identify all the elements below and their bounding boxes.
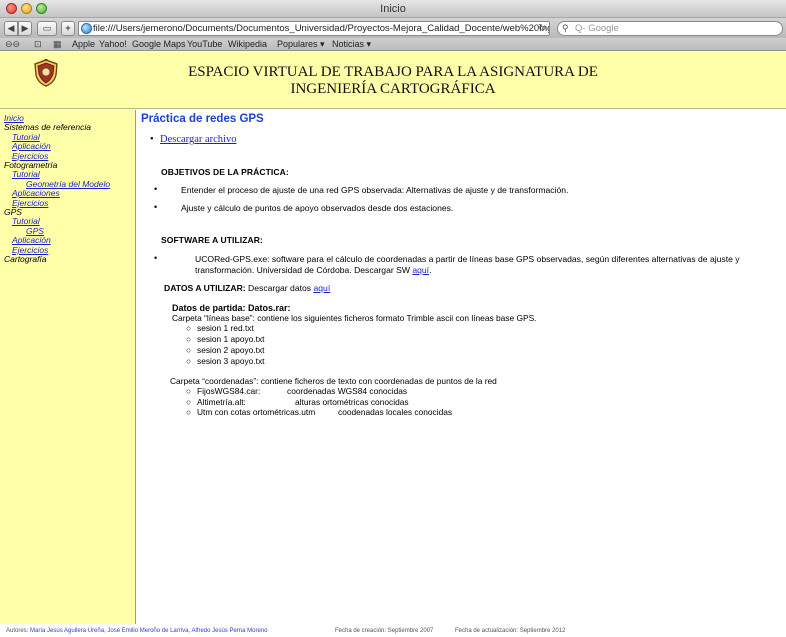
coord-file-item: ○ Utm con cotas ortométricas.utm coodenada… [186,407,453,417]
datos-text: Descargar datos [248,283,312,293]
reload-icon[interactable]: ↻ [538,23,546,34]
objetivo-item-2: Ajuste y cálculo de puntos de apoyo obse… [181,203,454,213]
file-item: ○ sesion 3 apoyo.txt [186,356,265,366]
page-title-banner: ESPACIO VIRTUAL DE TRABAJO PARA LA ASIGN… [0,64,786,98]
coord-file-desc: coodenadas locales conocidas [338,407,453,417]
bookmarks-bar: ⊖⊖ ⊡ ▦ Apple Yahoo! Google Maps YouTube … [0,38,786,51]
objetivo-item-1: Entender el proceso de ajuste de una red… [181,185,569,195]
page-footer: Autores: María Jesús Aguilera Ureña, Jos… [0,624,786,637]
bullet-icon: • [154,202,158,212]
file-item: ○ sesion 2 apoyo.txt [186,345,265,355]
objetivos-heading: OBJETIVOS DE LA PRÁCTICA: [161,167,289,177]
back-button[interactable]: ◀ [4,21,18,36]
file-item: ○ sesion 1 red.txt [186,323,254,333]
bookmark-apple[interactable]: Apple [72,39,95,49]
coord-file-name: FijosWGS84.car: [197,386,261,396]
search-input[interactable]: Q- Google [557,21,783,36]
page-title: Práctica de redes GPS [141,113,264,125]
bookmark-yahoo[interactable]: Yahoo! [99,39,127,49]
coord-file-name: Altimetría.alt: [197,397,246,407]
bullet-icon: • [150,134,154,145]
banner-title-line-1: ESPACIO VIRTUAL DE TRABAJO PARA LA ASIGN… [188,64,598,80]
bullet-icon: • [154,184,158,194]
globe-icon [81,23,92,34]
coord-file-desc: coordenadas WGS84 conocidas [287,386,408,396]
file-name: sesion 3 apoyo.txt [197,356,265,366]
download-list-item: • Descargar archivo [150,134,236,145]
window-titlebar: Inicio [0,0,786,18]
bookmarks-button[interactable]: ▭ [37,21,57,36]
menu-cartografia-heading: Cartografía [4,254,47,265]
footer-creation-date: Fecha de creación: Septiembre 2007 [335,628,434,634]
software-heading: SOFTWARE A UTILIZAR: [161,235,263,245]
menu-gps-tutorial-link[interactable]: Tutorial [4,217,110,227]
search-icon: ⚲ [562,23,569,33]
datos-line: DATOS A UTILIZAR: Descargar datos aquí [164,283,330,293]
footer-authors-link[interactable]: María Jesús Aguilera Ureña, José Emilio … [30,628,267,634]
bookmark-google-maps[interactable]: Google Maps [132,39,186,49]
footer-update-date: Fecha de actualización: Septiembre 2012 [455,628,566,634]
datos-partida-heading: Datos de partida: Datos.rar: [172,303,291,313]
coord-file-name: Utm con cotas ortométricas.utm [197,407,316,417]
datos-download-link[interactable]: aquí [313,283,330,293]
footer-authors: Autores: María Jesús Aguilera Ureña, Jos… [6,628,267,634]
window-title: Inicio [380,3,406,15]
address-bar[interactable]: file:///Users/jemerono/Documents/Documen… [78,21,550,36]
footer-authors-label: Autores: [6,628,29,634]
grid-icon[interactable]: ▦ [53,39,62,50]
file-name: sesion 1 red.txt [197,323,254,333]
coord-file-item: ○ Altimetría.alt: alturas ortométricas con… [186,397,409,407]
software-download-link[interactable]: aquí [412,265,429,275]
bookmark-youtube[interactable]: YouTube [187,39,222,49]
carpeta-coordenadas-text: Carpeta “coordenadas”: contiene ficheros… [170,376,497,386]
coord-file-desc: alturas ortométricas conocidas [295,397,409,407]
book-icon[interactable]: ⊡ [34,39,42,50]
download-file-link[interactable]: Descargar archivo [160,134,236,145]
forward-button[interactable]: ▶ [18,21,32,36]
file-name: sesion 1 apoyo.txt [197,334,265,344]
reading-glasses-icon[interactable]: ⊖⊖ [5,39,20,50]
bookmark-wikipedia[interactable]: Wikipedia [228,39,267,49]
coord-file-item: ○ FijosWGS84.car: coordenadas WGS84 conoci… [186,386,408,396]
bullet-icon: • [154,253,158,263]
nav-menu: Inicio Sistemas de referencia Tutorial A… [4,113,110,265]
file-item: ○ sesion 1 apoyo.txt [186,334,265,344]
file-name: sesion 2 apoyo.txt [197,345,265,355]
datos-heading: DATOS A UTILIZAR: [164,283,246,293]
bookmark-populares[interactable]: Populares ▾ [277,39,325,50]
browser-toolbar: ◀ ▶ ▭ + file:///Users/jemerono/Documents… [0,18,786,38]
software-text: UCORed-GPS.exe: software para el cálculo… [195,254,740,275]
bookmark-noticias[interactable]: Noticias ▾ [332,39,371,50]
carpeta-lineas-text: Carpeta “líneas base”: contiene los sigu… [172,313,537,323]
software-description: UCORed-GPS.exe: software para el cálculo… [195,254,740,275]
banner-title-line-2: INGENIERÍA CARTOGRÁFICA [290,81,496,97]
add-bookmark-button[interactable]: + [61,21,75,36]
